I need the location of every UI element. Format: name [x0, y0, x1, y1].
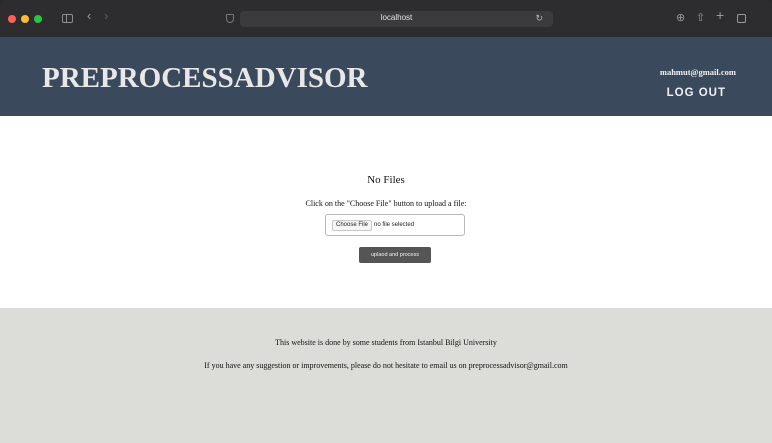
- browser-toolbar: ‹ › localhost ↻ ⊕ ⇧ +: [0, 0, 772, 37]
- share-icon[interactable]: ⇧: [696, 12, 705, 24]
- user-email: mahmut@gmail.com: [659, 67, 736, 77]
- shield-icon[interactable]: [226, 14, 234, 23]
- address-bar[interactable]: localhost ↻: [240, 11, 553, 27]
- address-text: localhost: [380, 13, 413, 22]
- minimize-window-button[interactable]: [21, 14, 29, 23]
- tabs-overview-icon[interactable]: [737, 14, 746, 23]
- selected-file-label: no file selected: [374, 222, 415, 228]
- site-header: PREPROCESSADVISOR mahmut@gmail.com LOG O…: [0, 37, 772, 116]
- choose-file-button[interactable]: Choose File: [332, 220, 373, 231]
- site-title: PREPROCESSADVISOR: [42, 62, 368, 94]
- download-icon[interactable]: ⊕: [676, 12, 685, 24]
- close-window-button[interactable]: [8, 14, 16, 23]
- window-controls: [8, 14, 42, 23]
- upload-instruction: Click on the "Choose File" button to upl…: [305, 199, 467, 208]
- upload-and-process-button[interactable]: uplaod and process: [359, 247, 431, 263]
- forward-icon[interactable]: ›: [104, 9, 108, 22]
- logout-button[interactable]: LOG OUT: [667, 87, 726, 99]
- footer-credits: This website is done by some students fr…: [275, 338, 497, 347]
- upload-section: No Files Click on the "Choose File" butt…: [0, 116, 772, 308]
- new-tab-icon[interactable]: +: [716, 8, 724, 22]
- reload-icon[interactable]: ↻: [535, 13, 543, 24]
- back-icon[interactable]: ‹: [87, 9, 91, 22]
- site-footer: This website is done by some students fr…: [0, 308, 772, 443]
- footer-contact: If you have any suggestion or improvemen…: [204, 361, 568, 370]
- zoom-window-button[interactable]: [34, 14, 42, 23]
- sidebar-icon[interactable]: [62, 14, 73, 23]
- file-status-heading: No Files: [367, 174, 405, 186]
- file-input[interactable]: Choose File no file selected: [325, 214, 465, 236]
- web-page: PREPROCESSADVISOR mahmut@gmail.com LOG O…: [0, 37, 772, 443]
